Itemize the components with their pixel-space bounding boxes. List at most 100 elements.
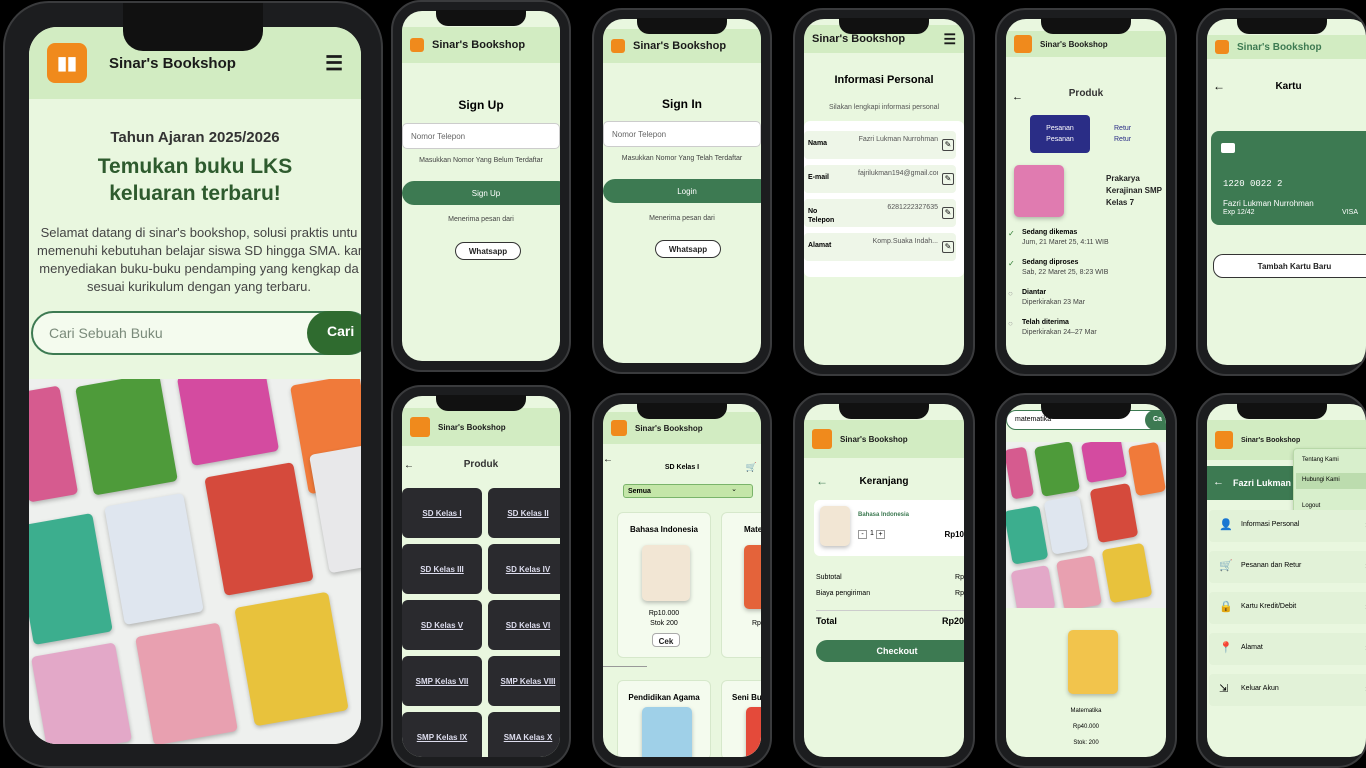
book-cover	[746, 707, 761, 757]
book-title: Seni Budi	[732, 693, 761, 702]
book-cover	[744, 545, 761, 609]
category-tile[interactable]: SMP Kelas VII	[402, 656, 482, 706]
book-card[interactable]: Pendidikan Agama	[617, 680, 711, 757]
kartu-title: Kartu	[1275, 81, 1302, 92]
shipping-label: Biaya pengiriman	[816, 590, 871, 597]
account-menu-item[interactable]: 🛒Pesanan dan Retur›	[1209, 551, 1366, 583]
book-cover	[204, 462, 314, 596]
book-title: Mate	[744, 525, 761, 534]
menu-icon[interactable]: ☰	[943, 31, 956, 48]
category-tile[interactable]: SMA Kelas X	[488, 712, 560, 757]
search-button[interactable]: Cari	[307, 311, 361, 355]
signup-button[interactable]: Sign Up	[402, 181, 560, 205]
phone-notch	[637, 18, 727, 34]
whatsapp-button[interactable]: Whatsapp	[455, 242, 521, 260]
category-tile[interactable]: SD Kelas VI	[488, 600, 560, 650]
book-cover	[1127, 442, 1166, 497]
personal-row[interactable]: No Telepon 6281222327635 ✎	[804, 199, 956, 227]
category-label: SD Kelas V	[420, 620, 464, 630]
location-pin-icon: 📍	[1219, 642, 1233, 654]
back-arrow-icon[interactable]: ←	[1213, 476, 1224, 488]
cart-icon[interactable]: 🛒	[746, 462, 757, 473]
add-card-button[interactable]: Tambah Kartu Baru	[1213, 254, 1366, 278]
account-menu-item[interactable]: 👤Informasi Personal›	[1209, 510, 1366, 542]
phone-input[interactable]: Nomor Telepon	[603, 121, 761, 147]
book-logo-icon	[410, 417, 430, 437]
chevron-down-icon: ⌄	[731, 486, 737, 493]
signup-screen: Sinar's Bookshop Sign Up Nomor Telepon M…	[402, 11, 560, 361]
tab-retur[interactable]: Retur Retur	[1114, 123, 1142, 145]
product-thumbnail	[1014, 165, 1064, 217]
phone-home: ▮▮ Sinar's Bookshop ☰ Tahun Ajaran 2025/…	[3, 1, 383, 768]
search-button[interactable]: Ca	[1145, 410, 1166, 430]
item-name: Bahasa Indonesia	[858, 512, 910, 518]
brand-name: Sinar's Bookshop	[438, 422, 506, 432]
result-title: Matematika	[1070, 708, 1102, 714]
edit-icon[interactable]: ✎	[942, 173, 954, 185]
account-menu-item[interactable]: ⇲Keluar Akun›	[1209, 674, 1366, 706]
account-menu-item[interactable]: 📍Alamat›	[1209, 633, 1366, 665]
sd-title: SD Kelas I	[664, 464, 700, 471]
phone-order: Sinar's Bookshop ← Produk Pesanan Pesana…	[995, 8, 1177, 376]
phone-notch	[123, 3, 263, 51]
personal-row[interactable]: Alamat Komp.Suaka Indah... ✎	[804, 233, 956, 261]
app-header: Sinar's Bookshop	[1006, 31, 1166, 57]
book-cover	[104, 492, 204, 626]
checkout-button[interactable]: Checkout	[816, 640, 964, 662]
category-tile[interactable]: SD Kelas V	[402, 600, 482, 650]
logout-icon: ⇲	[1219, 683, 1229, 695]
phone-input[interactable]: Nomor Telepon	[402, 123, 560, 149]
qty-plus-button[interactable]: +	[876, 530, 885, 539]
whatsapp-button[interactable]: Whatsapp	[655, 240, 721, 258]
book-logo-icon	[1215, 40, 1229, 54]
menu-about[interactable]: Tentang Kami	[1302, 457, 1339, 463]
menu-icon[interactable]: ☰	[325, 51, 343, 76]
field-label: E-mail	[808, 174, 830, 181]
category-tile[interactable]: SD Kelas IV	[488, 544, 560, 594]
menu-logout[interactable]: Logout	[1302, 503, 1320, 509]
field-label: Alamat	[808, 242, 832, 249]
category-tile[interactable]: SMP Kelas VIII	[488, 656, 560, 706]
menu-contact[interactable]: Hubungi Kami	[1296, 473, 1366, 489]
home-screen: ▮▮ Sinar's Bookshop ☰ Tahun Ajaran 2025/…	[29, 27, 361, 744]
intro-line-4: sesuai kurikulum dengan yang terbaru.	[86, 279, 312, 294]
book-cover	[309, 444, 361, 574]
card-number: 1220 0022 2	[1223, 179, 1283, 189]
scroll-indicator	[603, 666, 647, 667]
personal-row[interactable]: E-mail fajrilukman194@gmail.com ✎	[804, 165, 956, 193]
edit-icon[interactable]: ✎	[942, 241, 954, 253]
category-tile[interactable]: SMP Kelas IX	[402, 712, 482, 757]
book-title: Pendidikan Agama	[628, 693, 700, 702]
category-tile[interactable]: SD Kelas III	[402, 544, 482, 594]
book-logo-icon	[812, 429, 832, 449]
edit-icon[interactable]: ✎	[942, 207, 954, 219]
search-input[interactable]: Cari Sebuah Buku	[49, 325, 163, 341]
book-card[interactable]: Mate Rp	[721, 512, 761, 658]
edit-icon[interactable]: ✎	[942, 139, 954, 151]
personal-row[interactable]: Nama Fazri Lukman Nurrohman ✎	[804, 131, 956, 159]
login-button[interactable]: Login	[603, 179, 761, 203]
book-card[interactable]: Bahasa Indonesia Rp10.000 Stok 200 Cek	[617, 512, 711, 658]
book-logo-icon[interactable]: ▮▮	[47, 43, 87, 83]
check-button[interactable]: Cek	[652, 633, 680, 647]
card-expiry: Exp 12/42	[1223, 209, 1255, 216]
qty-minus-button[interactable]: -	[858, 530, 867, 539]
book-cover	[1006, 446, 1035, 500]
result-cover[interactable]	[1068, 630, 1118, 694]
book-logo-icon	[1014, 35, 1032, 53]
tab-pesanan[interactable]: Pesanan Pesanan	[1030, 115, 1090, 153]
phone-sd-kelas: Sinar's Bookshop ← SD Kelas I 🛒 Semua ⌄ …	[592, 393, 772, 768]
signin-screen: Sinar's Bookshop Sign In Nomor Telepon M…	[603, 19, 761, 363]
phone-cart: Sinar's Bookshop ← Keranjang Bahasa Indo…	[793, 393, 975, 768]
phone-notch	[1041, 403, 1131, 419]
cart-item: Bahasa Indonesia - 1 + Rp10	[814, 500, 964, 556]
category-tile[interactable]: SD Kelas II	[488, 488, 560, 538]
phone-personal: Sinar's Bookshop ☰ Informasi Personal Si…	[793, 8, 975, 376]
category-tile[interactable]: SD Kelas I	[402, 488, 482, 538]
signup-hint: Masukkan Nomor Yang Belum Terdaftar	[419, 157, 543, 164]
category-label: SMP Kelas VII	[415, 676, 469, 686]
book-card[interactable]: Seni Budi	[721, 680, 761, 757]
category-label: SD Kelas VI	[505, 620, 551, 630]
credit-card[interactable]: 1220 0022 2 Fazri Lukman Nurrohman Exp 1…	[1211, 131, 1366, 225]
account-menu-item[interactable]: 🔒Kartu Kredit/Debit›	[1209, 592, 1366, 624]
